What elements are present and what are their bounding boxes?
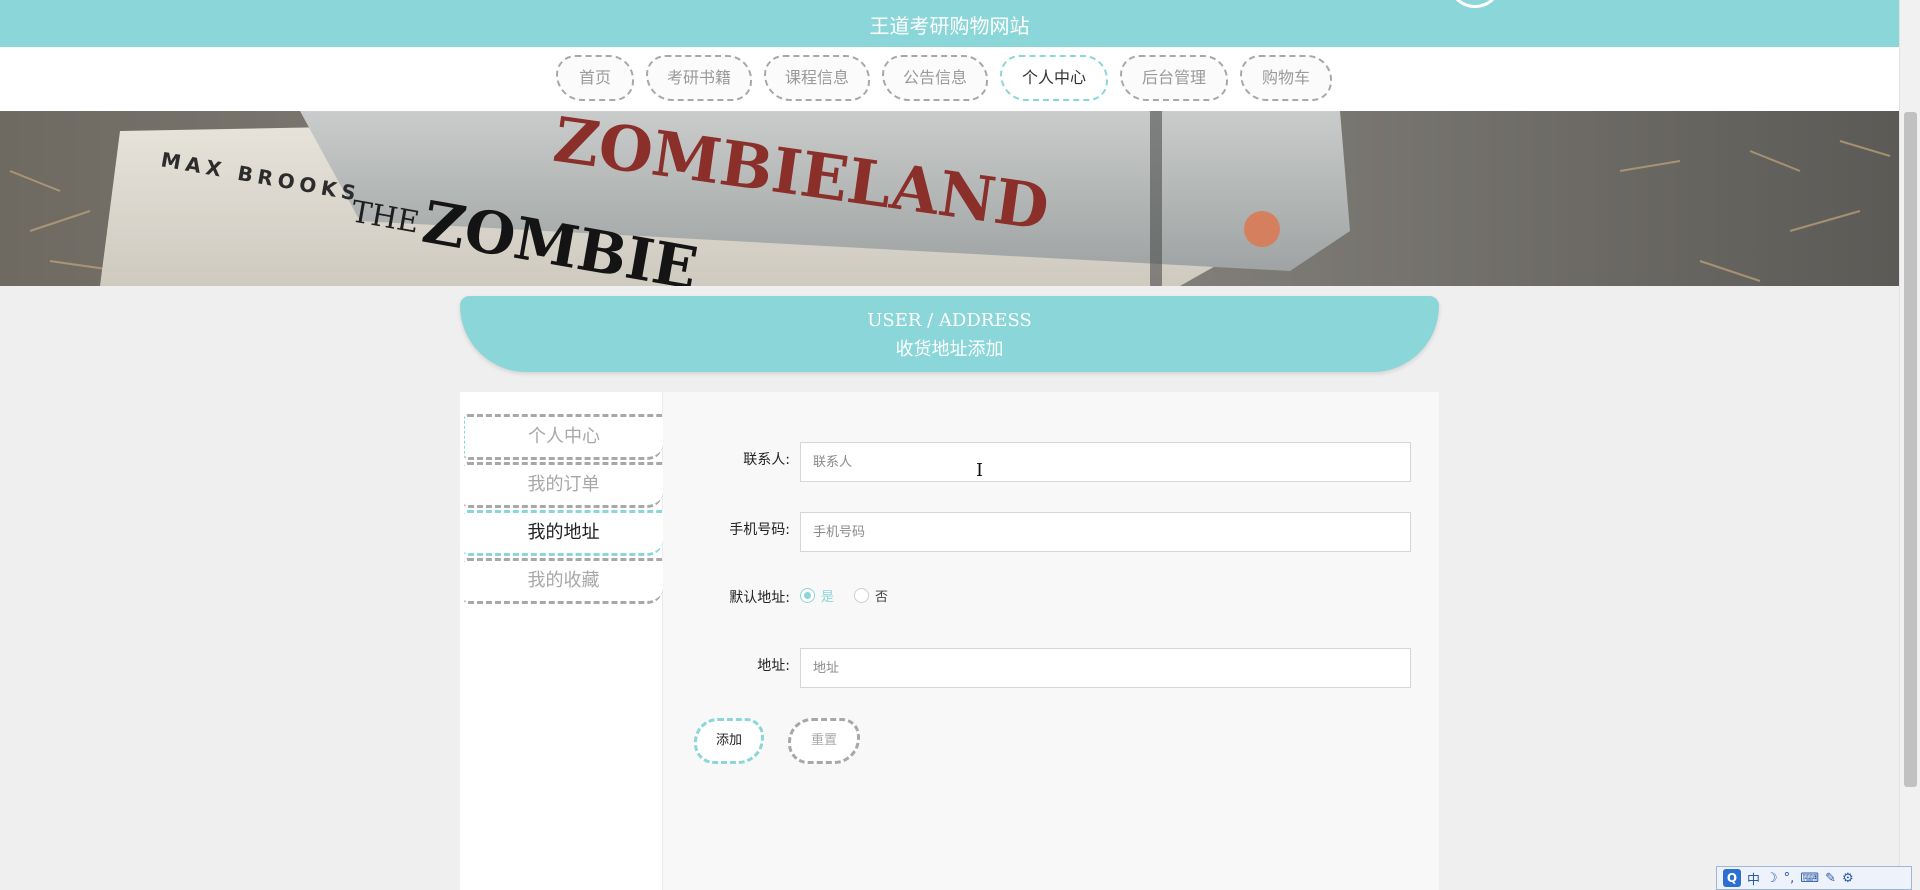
site-title: 王道考研购物网站 xyxy=(869,14,1030,38)
ime-toolbar: Q 中 ☽ °, ⌨ ✎ ⚙ xyxy=(1716,866,1912,890)
sidebar-item-orders[interactable]: 我的订单 xyxy=(464,462,663,508)
default-no-label[interactable]: 否 xyxy=(875,586,888,605)
section-title-cn: 收货地址添加 xyxy=(895,339,1004,360)
default-address-radio-group: 是 否 xyxy=(800,586,888,605)
banner-image: ZOMBIELAND MAX BROOKS THE ZOMBIE xyxy=(0,111,1899,286)
nav-item-admin[interactable]: 后台管理 xyxy=(1120,55,1228,101)
address-label: 地址: xyxy=(757,658,790,674)
address-input[interactable] xyxy=(800,648,1411,688)
section-title-banner: USER / ADDRESS 收货地址添加 xyxy=(460,296,1439,372)
user-avatar-icon[interactable] xyxy=(1448,0,1502,8)
user-sidebar: 个人中心 我的订单 我的地址 我的收藏 xyxy=(460,392,663,890)
phone-input[interactable] xyxy=(800,512,1411,552)
banner-books-illustration: ZOMBIELAND MAX BROOKS THE ZOMBIE xyxy=(0,111,1899,286)
nav-item-user-center[interactable]: 个人中心 xyxy=(1000,55,1108,101)
contact-label: 联系人: xyxy=(743,452,790,468)
sidebar-item-user-center[interactable]: 个人中心 xyxy=(464,414,663,460)
ime-moon-icon[interactable]: ☽ xyxy=(1766,871,1778,886)
sidebar-item-favorites[interactable]: 我的收藏 xyxy=(464,558,663,604)
default-no-radio[interactable] xyxy=(854,588,870,603)
ime-logo-icon[interactable]: Q xyxy=(1723,869,1741,887)
add-button[interactable]: 添加 xyxy=(694,718,764,764)
ime-chinese-mode-icon[interactable]: 中 xyxy=(1747,869,1760,888)
ime-settings-icon[interactable]: ⚙ xyxy=(1842,871,1854,886)
nav-item-home[interactable]: 首页 xyxy=(556,55,634,101)
ime-handwriting-icon[interactable]: ✎ xyxy=(1825,871,1836,886)
nav-item-books[interactable]: 考研书籍 xyxy=(646,55,752,101)
ime-keyboard-icon[interactable]: ⌨ xyxy=(1800,871,1819,886)
section-title-en: USER / ADDRESS xyxy=(867,310,1032,331)
default-address-label: 默认地址: xyxy=(729,590,790,606)
scrollbar-thumb[interactable] xyxy=(1904,112,1917,787)
nav-item-courses[interactable]: 课程信息 xyxy=(764,55,870,101)
ime-punctuation-icon[interactable]: °, xyxy=(1784,871,1795,886)
default-yes-radio[interactable] xyxy=(800,588,815,603)
sidebar-item-address[interactable]: 我的地址 xyxy=(464,510,663,556)
top-header-bar: 王道考研购物网站 xyxy=(0,0,1899,47)
default-yes-label[interactable]: 是 xyxy=(821,586,834,605)
nav-item-notices[interactable]: 公告信息 xyxy=(882,55,988,101)
main-nav: 首页 考研书籍 课程信息 公告信息 个人中心 后台管理 购物车 xyxy=(556,55,1332,101)
reset-button[interactable]: 重置 xyxy=(788,718,860,764)
contact-input[interactable] xyxy=(800,442,1411,482)
text-cursor-icon: I xyxy=(976,460,984,481)
phone-label: 手机号码: xyxy=(729,522,790,538)
main-nav-strip: 首页 考研书籍 课程信息 公告信息 个人中心 后台管理 购物车 xyxy=(0,47,1899,111)
page-scrollbar[interactable] xyxy=(1899,0,1920,890)
content-card: 个人中心 我的订单 我的地址 我的收藏 联系人: 手机号码: 默认地址: 是 否… xyxy=(460,392,1439,890)
nav-item-cart[interactable]: 购物车 xyxy=(1240,55,1332,101)
